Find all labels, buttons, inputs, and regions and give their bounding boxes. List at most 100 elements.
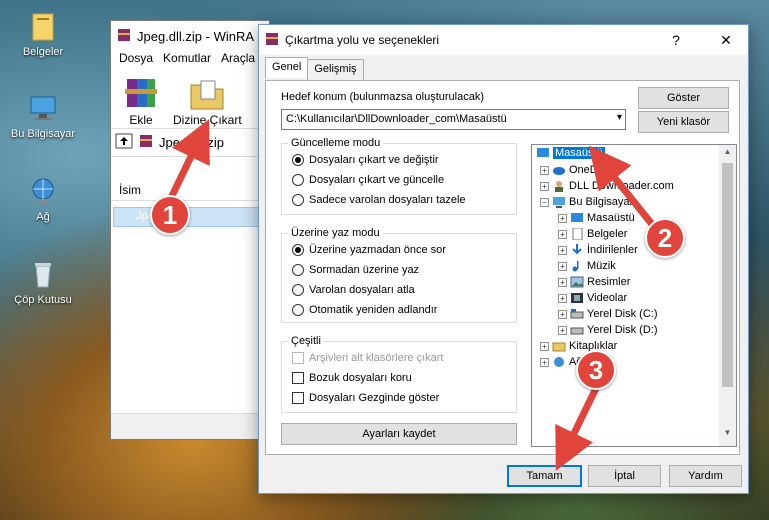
tree-node-onedrive[interactable]: + OneDrive xyxy=(540,164,615,176)
up-folder-icon[interactable] xyxy=(115,133,133,152)
tree-node-disk-d[interactable]: + Yerel Disk (D:) xyxy=(558,324,658,336)
network-icon xyxy=(552,356,566,368)
tree-node-music[interactable]: + Müzik xyxy=(558,260,616,272)
radio-overwrite-without-prompt[interactable]: Sormadan üzerine yaz xyxy=(292,264,419,276)
expand-icon[interactable]: + xyxy=(540,341,549,351)
expand-icon[interactable]: + xyxy=(558,229,567,239)
radio-extract-replace[interactable]: Dosyaları çıkart ve değiştir xyxy=(292,154,439,166)
expand-icon[interactable]: + xyxy=(558,245,567,255)
archive-path: Jpeg.dll.zip xyxy=(159,135,225,150)
destination-path-input[interactable]: C:\Kullanıcılar\DllDownloader_com\Masaüs… xyxy=(281,109,626,130)
checkbox-extract-subfolders[interactable]: Arşivleri alt klasörlere çıkart xyxy=(292,352,443,364)
extract-to-button[interactable]: Dizine Çıkart xyxy=(173,75,242,127)
radio-auto-rename[interactable]: Otomatik yeniden adlandır xyxy=(292,304,437,316)
checkbox-label: Dosyaları Gezginde göster xyxy=(309,392,440,404)
desktop-icon-documents[interactable]: Belgeler xyxy=(8,10,78,58)
radio-icon xyxy=(292,154,304,166)
drive-icon xyxy=(570,308,584,320)
desktop-icon xyxy=(536,147,550,159)
expand-icon[interactable]: + xyxy=(558,213,567,223)
expand-icon[interactable]: + xyxy=(540,165,549,175)
winrar-pathbar: Jpeg.dll.zip xyxy=(111,129,269,157)
archive-icon xyxy=(139,134,153,151)
cancel-button[interactable]: İptal xyxy=(588,465,661,487)
destination-path-value: C:\Kullanıcılar\DllDownloader_com\Masaüs… xyxy=(286,113,507,125)
add-button[interactable]: Ekle xyxy=(121,75,161,127)
tree-node-this-pc[interactable]: − Bu Bilgisayar xyxy=(540,196,633,208)
radio-skip-existing[interactable]: Varolan dosyaları atla xyxy=(292,284,415,296)
dialog-title: Çıkartma yolu ve seçenekleri xyxy=(285,33,440,47)
collapse-icon[interactable]: − xyxy=(540,197,549,207)
radio-icon xyxy=(292,264,304,276)
winrar-icon xyxy=(117,28,131,45)
desktop-icon-recycle-bin[interactable]: Çöp Kutusu xyxy=(8,258,78,306)
tree-node-label: DLL Downloader.com xyxy=(569,180,674,192)
menu-item-commands[interactable]: Komutlar xyxy=(163,51,211,71)
menu-item-file[interactable]: Dosya xyxy=(119,51,153,71)
new-folder-button[interactable]: Yeni klasör xyxy=(638,111,729,133)
tab-general[interactable]: Genel xyxy=(265,57,309,78)
help-button[interactable]: Yardım xyxy=(669,465,742,487)
winrar-titlebar: Jpeg.dll.zip - WinRA xyxy=(111,21,269,51)
ok-button[interactable]: Tamam xyxy=(507,465,582,487)
show-button[interactable]: Göster xyxy=(638,87,729,109)
folder-tree[interactable]: Masaüstü + OneDrive + DLL Downloader.com… xyxy=(531,144,737,447)
dialog-titlebar: Çıkartma yolu ve seçenekleri ? ✕ xyxy=(259,25,748,55)
column-header-name[interactable]: İsim xyxy=(111,177,269,201)
tree-node-label: Bu Bilgisayar xyxy=(569,196,634,208)
chevron-down-icon[interactable]: ▾ xyxy=(617,112,622,123)
extract-folder-icon xyxy=(187,75,227,111)
expand-icon[interactable]: + xyxy=(558,309,567,319)
tree-node-disk-c[interactable]: + Yerel Disk (C:) xyxy=(558,308,658,320)
radio-label: Üzerine yazmadan önce sor xyxy=(309,244,446,256)
tree-node-libraries[interactable]: + Kitaplıklar xyxy=(540,340,617,352)
menu-item-tools[interactable]: Araçla xyxy=(221,51,255,71)
file-row-selected[interactable]: Jpe xyxy=(113,207,267,227)
save-settings-button[interactable]: Ayarları kaydet xyxy=(281,423,517,445)
tree-node-pictures[interactable]: + Resimler xyxy=(558,276,630,288)
tab-advanced[interactable]: Gelişmiş xyxy=(307,59,364,80)
film-icon xyxy=(570,292,584,304)
overwrite-mode-group: Üzerine yaz modu Üzerine yazmadan önce s… xyxy=(281,227,517,323)
expand-icon[interactable]: + xyxy=(540,357,549,367)
checkbox-show-in-explorer[interactable]: Dosyaları Gezginde göster xyxy=(292,392,439,404)
cloud-icon xyxy=(552,164,566,176)
desktop-icon-this-pc[interactable]: Bu Bilgisayar xyxy=(8,92,78,140)
expand-icon[interactable]: + xyxy=(558,293,567,303)
radio-ask-before-overwrite[interactable]: Üzerine yazmadan önce sor xyxy=(292,244,446,256)
tree-node-label: Masaüstü xyxy=(587,212,635,224)
radio-label: Sormadan üzerine yaz xyxy=(309,264,420,276)
pictures-icon xyxy=(570,276,584,288)
scroll-thumb[interactable] xyxy=(722,163,733,387)
expand-icon[interactable]: + xyxy=(558,325,567,335)
tree-node-videos[interactable]: + Videolar xyxy=(558,292,627,304)
step-badge-1: 1 xyxy=(150,195,190,235)
expand-icon[interactable]: + xyxy=(540,181,549,191)
tree-node-user[interactable]: + DLL Downloader.com xyxy=(540,180,674,192)
tree-node-label: Masaüstü xyxy=(553,147,605,159)
radio-icon xyxy=(292,284,304,296)
tree-node-desktop[interactable]: + Masaüstü xyxy=(558,212,635,224)
checkbox-keep-broken[interactable]: Bozuk dosyaları koru xyxy=(292,372,412,384)
checkbox-icon xyxy=(292,392,304,404)
tree-node-downloads[interactable]: + İndirilenler xyxy=(558,244,638,256)
network-icon xyxy=(27,175,59,207)
scroll-up-icon[interactable]: ▲ xyxy=(719,147,736,163)
tree-node-desktop-root[interactable]: Masaüstü xyxy=(536,147,605,159)
expand-icon[interactable]: + xyxy=(558,261,567,271)
desktop-icon xyxy=(570,212,584,224)
radio-extract-update[interactable]: Dosyaları çıkart ve güncelle xyxy=(292,174,444,186)
desktop-icon-network[interactable]: Ağ xyxy=(8,175,78,223)
update-mode-group: Güncelleme modu Dosyaları çıkart ve deği… xyxy=(281,137,517,215)
scroll-down-icon[interactable]: ▼ xyxy=(719,428,736,444)
tree-node-documents[interactable]: + Belgeler xyxy=(558,227,627,241)
radio-label: Otomatik yeniden adlandır xyxy=(309,304,438,316)
expand-icon[interactable]: + xyxy=(558,277,567,287)
folder-icon xyxy=(27,10,59,42)
close-button[interactable]: ✕ xyxy=(704,25,748,55)
tree-scrollbar[interactable]: ▲ ▼ xyxy=(719,145,736,446)
radio-freshen-existing[interactable]: Sadece varolan dosyaları tazele xyxy=(292,194,466,206)
help-title-button[interactable]: ? xyxy=(654,25,698,55)
overwrite-mode-title: Üzerine yaz modu xyxy=(288,227,383,239)
tree-node-label: Yerel Disk (D:) xyxy=(587,324,658,336)
